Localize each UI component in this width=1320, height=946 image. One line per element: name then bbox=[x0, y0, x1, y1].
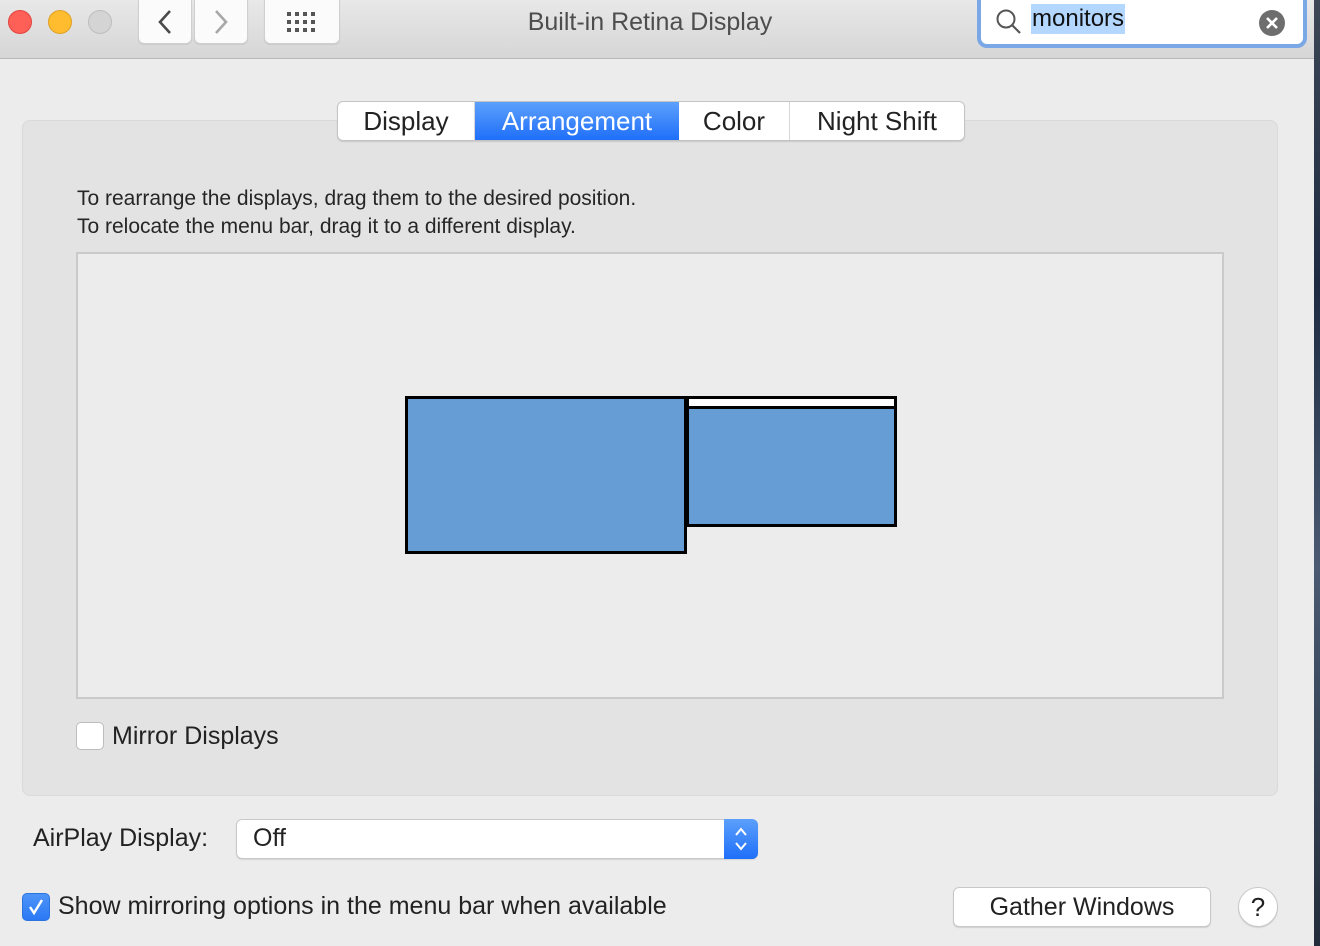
menu-bar-handle[interactable] bbox=[689, 399, 894, 409]
instruction-line-1: To rearrange the displays, drag them to … bbox=[77, 187, 637, 210]
help-button[interactable]: ? bbox=[1238, 887, 1278, 927]
tab-bar: Display Arrangement Color Night Shift bbox=[337, 101, 965, 141]
show-mirroring-checkbox[interactable] bbox=[22, 893, 50, 921]
arrangement-instructions: To rearrange the displays, drag them to … bbox=[77, 185, 636, 241]
tab-color[interactable]: Color bbox=[679, 102, 790, 140]
search-field[interactable]: monitors bbox=[977, 0, 1307, 48]
gather-windows-button[interactable]: Gather Windows bbox=[953, 887, 1211, 927]
airplay-selected-value: Off bbox=[253, 824, 286, 852]
desktop-background-edge bbox=[1314, 0, 1320, 946]
tab-display[interactable]: Display bbox=[338, 102, 475, 140]
title-bar: Built-in Retina Display monitors bbox=[0, 0, 1314, 59]
show-mirroring-label: Show mirroring options in the menu bar w… bbox=[58, 892, 667, 920]
tab-arrangement[interactable]: Arrangement bbox=[475, 102, 679, 140]
checkmark-icon bbox=[29, 899, 44, 916]
tab-night-shift[interactable]: Night Shift bbox=[790, 102, 964, 140]
airplay-display-label: AirPlay Display: bbox=[33, 824, 209, 852]
mirror-displays-label: Mirror Displays bbox=[112, 722, 279, 750]
display-arrangement-area bbox=[76, 252, 1224, 699]
primary-display[interactable] bbox=[405, 396, 687, 554]
search-icon bbox=[996, 9, 1021, 34]
mirror-displays-checkbox[interactable] bbox=[76, 722, 104, 750]
instruction-line-2: To relocate the menu bar, drag it to a d… bbox=[77, 215, 576, 238]
up-down-chevron-icon bbox=[735, 827, 747, 851]
airplay-display-popup[interactable]: Off bbox=[236, 819, 758, 859]
clear-search-button[interactable] bbox=[1259, 10, 1285, 36]
popup-stepper[interactable] bbox=[724, 819, 758, 859]
clear-icon bbox=[1266, 17, 1278, 29]
secondary-display[interactable] bbox=[686, 396, 897, 527]
search-input[interactable]: monitors bbox=[1031, 4, 1126, 34]
